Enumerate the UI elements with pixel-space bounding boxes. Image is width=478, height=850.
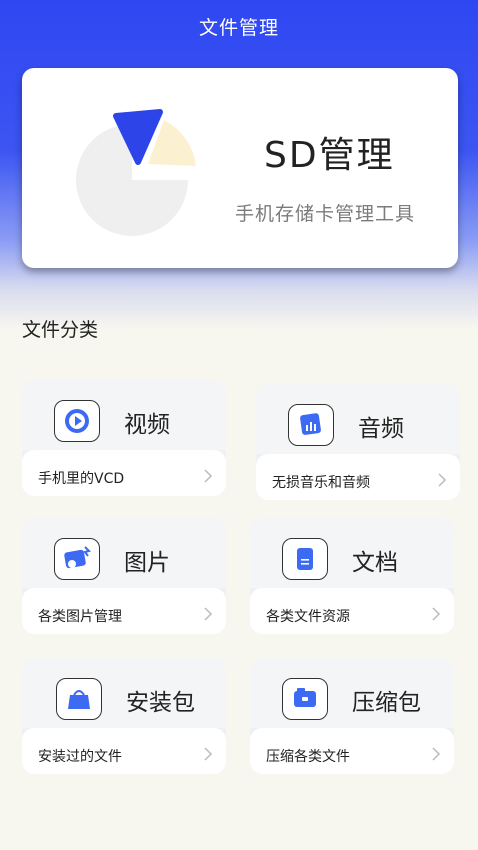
chevron-right-icon [204, 607, 213, 621]
category-card-image[interactable]: 图片 各类图片管理 [22, 518, 226, 634]
hero-title: SD管理 [264, 135, 395, 176]
category-desc: 压缩各类文件 [266, 749, 350, 765]
category-card-video[interactable]: 视频 手机里的VCD [22, 380, 226, 496]
chevron-right-icon [438, 473, 447, 487]
category-label: 图片 [124, 550, 170, 576]
page-title: 文件管理 [198, 17, 279, 39]
category-desc: 各类文件资源 [266, 609, 350, 625]
category-desc: 安装过的文件 [38, 749, 122, 765]
chevron-right-icon [204, 469, 213, 483]
category-desc: 手机里的VCD [38, 471, 125, 487]
package-icon [56, 678, 102, 720]
category-card-package[interactable]: 安装包 安装过的文件 [22, 658, 226, 774]
document-icon [282, 538, 328, 580]
category-label: 音频 [358, 416, 404, 442]
section-title: 文件分类 [22, 319, 99, 341]
image-icon [54, 538, 100, 580]
category-card-archive[interactable]: 压缩包 压缩各类文件 [250, 658, 454, 774]
category-card-audio[interactable]: 音频 无损音乐和音频 [256, 384, 460, 500]
audio-icon [288, 404, 334, 446]
sd-manager-card[interactable]: SD管理 手机存储卡管理工具 [22, 68, 458, 268]
video-icon [54, 400, 100, 442]
category-label: 安装包 [126, 690, 195, 716]
category-label: 文档 [352, 550, 398, 576]
chevron-right-icon [432, 607, 441, 621]
chevron-right-icon [204, 747, 213, 761]
category-desc: 无损音乐和音频 [272, 475, 370, 491]
storage-pie-icon [76, 109, 196, 236]
chevron-right-icon [432, 747, 441, 761]
category-label: 视频 [124, 412, 170, 438]
category-label: 压缩包 [352, 690, 421, 716]
category-desc: 各类图片管理 [38, 609, 122, 625]
hero-subtitle: 手机存储卡管理工具 [235, 203, 416, 225]
archive-icon [282, 678, 328, 720]
category-card-document[interactable]: 文档 各类文件资源 [250, 518, 454, 634]
